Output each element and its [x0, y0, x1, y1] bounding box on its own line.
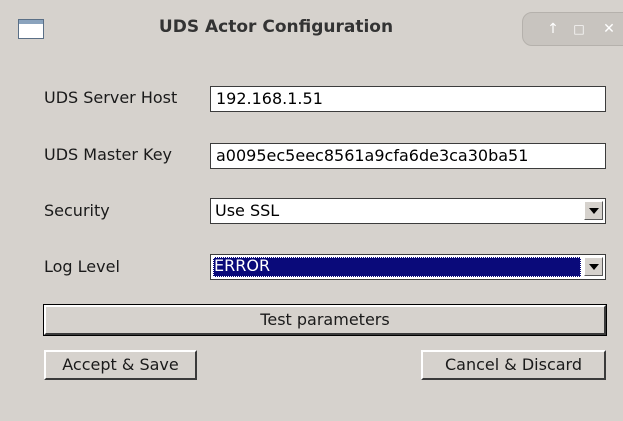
server-host-label: UDS Server Host — [44, 88, 178, 107]
server-host-input[interactable]: 192.168.1.51 — [210, 86, 606, 112]
log-level-select[interactable]: ERROR — [210, 254, 606, 280]
cancel-discard-button[interactable]: Cancel & Discard — [421, 350, 606, 380]
window-title: UDS Actor Configuration — [158, 17, 394, 37]
log-level-selected-value: ERROR — [214, 256, 271, 275]
master-key-label: UDS Master Key — [44, 145, 173, 164]
maximize-icon[interactable]: □ — [567, 17, 591, 41]
security-label: Security — [44, 201, 110, 220]
log-level-label: Log Level — [44, 257, 120, 276]
chevron-down-icon[interactable] — [584, 257, 603, 276]
security-select[interactable]: Use SSL — [210, 198, 606, 224]
chevron-down-icon[interactable] — [584, 201, 603, 220]
security-selected-value: Use SSL — [215, 201, 280, 220]
config-window: UDS Actor Configuration ↑ □ ✕ UDS Server… — [0, 0, 623, 421]
test-parameters-button[interactable]: Test parameters — [43, 304, 607, 336]
shade-up-icon[interactable]: ↑ — [541, 17, 565, 41]
master-key-input[interactable]: a0095ec5eec8561a9cfa6de3ca30ba51 — [210, 143, 606, 169]
accept-save-button[interactable]: Accept & Save — [44, 350, 197, 380]
window-controls: ↑ □ ✕ — [522, 12, 623, 46]
title-bar[interactable]: UDS Actor Configuration ↑ □ ✕ — [0, 0, 623, 56]
close-icon[interactable]: ✕ — [597, 17, 621, 41]
